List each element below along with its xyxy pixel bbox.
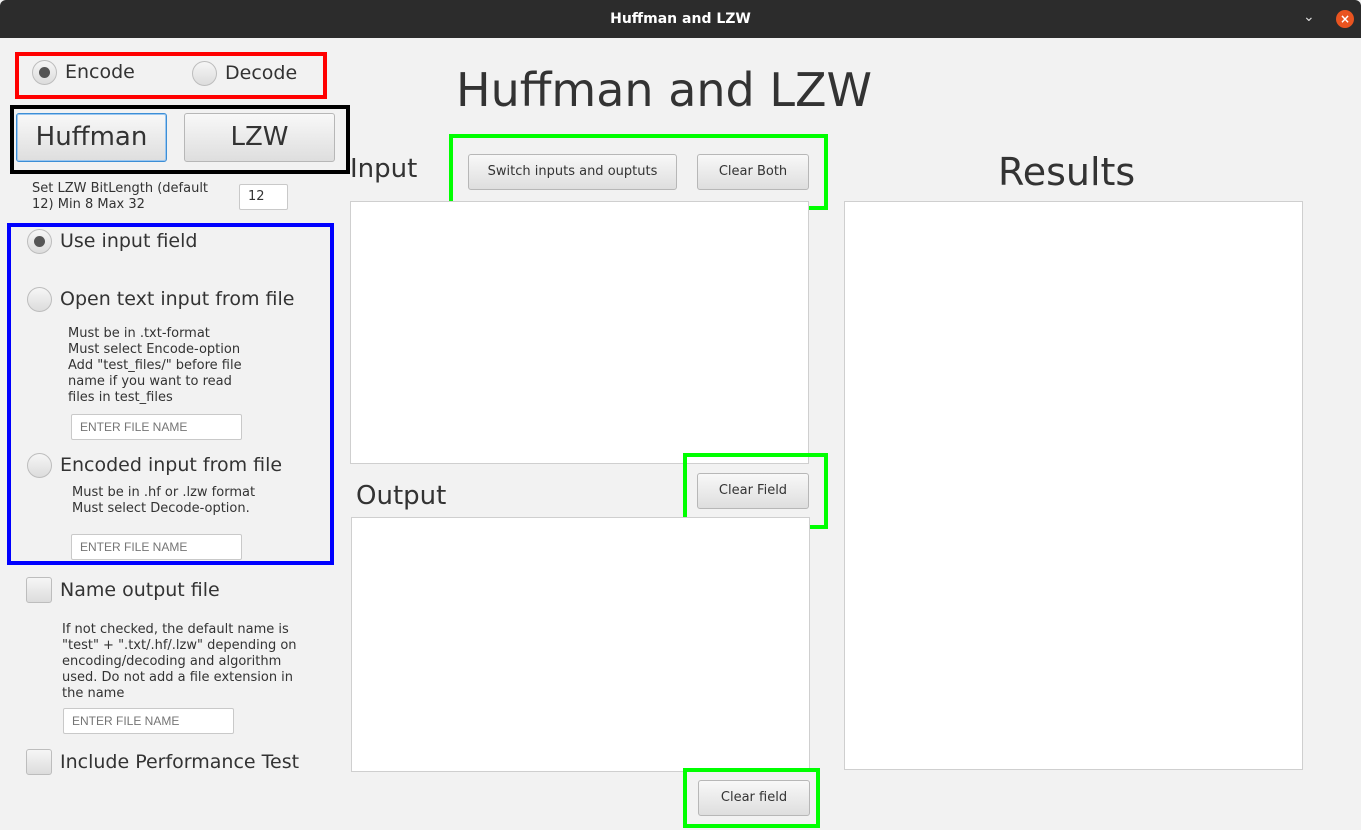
clear-output-button[interactable]: Clear field (698, 780, 810, 816)
open-text-file-radio[interactable] (27, 287, 52, 312)
encode-label[interactable]: Encode (65, 61, 135, 83)
output-heading: Output (356, 481, 447, 511)
chevron-down-icon[interactable]: ⌄ (1303, 9, 1315, 25)
performance-test-checkbox[interactable] (26, 749, 52, 775)
lzw-bitlength-label: Set LZW BitLength (default 12) Min 8 Max… (32, 181, 209, 212)
encoded-file-radio[interactable] (27, 453, 52, 478)
use-input-field-radio[interactable] (27, 229, 52, 254)
switch-inputs-outputs-button[interactable]: Switch inputs and ouptuts (468, 154, 677, 190)
results-textarea[interactable] (844, 201, 1303, 770)
use-input-field-label[interactable]: Use input field (60, 230, 197, 252)
name-output-checkbox[interactable] (26, 577, 52, 603)
window-title: Huffman and LZW (610, 11, 751, 27)
input-heading: Input (350, 154, 418, 184)
lzw-bitlength-input[interactable]: 12 (239, 184, 288, 210)
decode-label[interactable]: Decode (225, 62, 297, 84)
lzw-button[interactable]: LZW (184, 113, 335, 162)
encoded-file-label[interactable]: Encoded input from file (60, 454, 282, 476)
results-heading: Results (998, 150, 1136, 194)
input-textarea[interactable] (350, 201, 809, 464)
open-text-file-input[interactable] (71, 414, 242, 440)
name-output-help: If not checked, the default name is "tes… (62, 622, 297, 701)
decode-radio[interactable] (192, 61, 217, 86)
clear-input-button[interactable]: Clear Field (697, 473, 809, 509)
name-output-label[interactable]: Name output file (60, 579, 220, 601)
encoded-file-help: Must be in .hf or .lzw format Must selec… (72, 485, 256, 516)
huffman-button[interactable]: Huffman (16, 113, 167, 162)
close-icon[interactable]: × (1336, 10, 1354, 28)
encoded-file-input[interactable] (71, 534, 242, 560)
title-bar: Huffman and LZW ⌄ × (0, 0, 1361, 38)
performance-test-label[interactable]: Include Performance Test (60, 751, 299, 773)
clear-both-button[interactable]: Clear Both (697, 154, 809, 190)
open-text-file-help: Must be in .txt-format Must select Encod… (68, 326, 242, 405)
open-text-file-label[interactable]: Open text input from file (60, 288, 294, 310)
page-title: Huffman and LZW (456, 63, 872, 117)
encode-radio[interactable] (32, 60, 57, 85)
output-file-name-input[interactable] (63, 708, 234, 734)
output-textarea[interactable] (351, 517, 810, 772)
